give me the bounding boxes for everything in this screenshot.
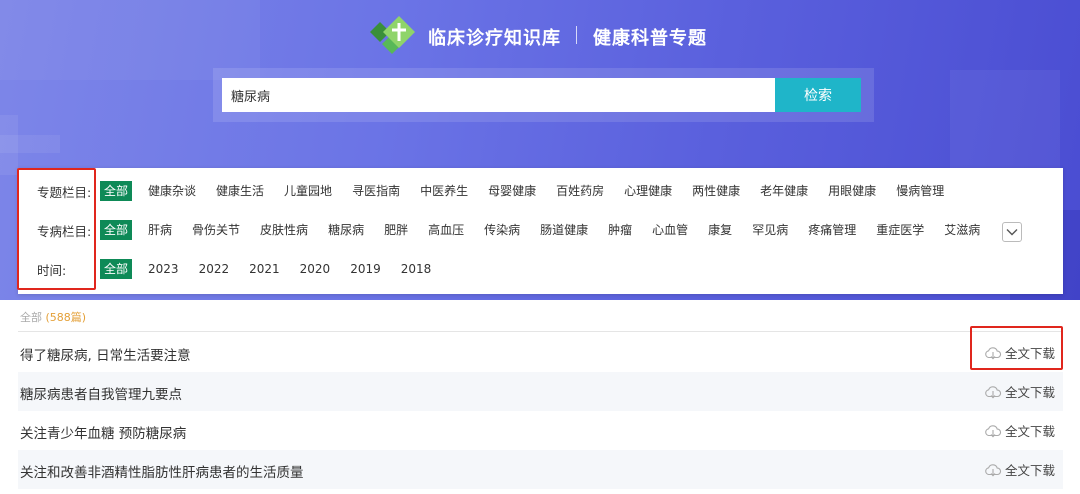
disease-filter-option[interactable]: 康复 [704,220,736,240]
topic-filter-option[interactable]: 健康杂谈 [144,181,200,201]
disease-filter-option[interactable]: 糖尿病 [324,220,368,240]
decor-shape [950,70,1060,180]
time-filter-option[interactable]: 全部 [100,259,133,279]
medical-cross-diamond-logo [370,16,415,54]
result-row: 关注和改善非酒精性脂肪性肝病患者的生活质量 全文下载 [18,450,1063,489]
brand-subtitle: 健康科普专题 [593,28,707,49]
topic-filter-option[interactable]: 寻医指南 [348,181,404,201]
download-label: 全文下载 [1004,385,1055,400]
search-input[interactable] [222,78,775,112]
topic-filter-option[interactable]: 百姓药房 [552,181,608,201]
result-scope: 全部 [20,311,42,324]
time-filter-option[interactable]: 2023 [144,259,183,279]
topic-filter-option[interactable]: 用眼健康 [824,181,880,201]
disease-filter-option[interactable]: 骨伤关节 [188,220,244,240]
download-label: 全文下载 [1004,463,1055,478]
disease-filter-option[interactable]: 罕见病 [748,220,792,240]
topic-filter-option[interactable]: 全部 [100,181,133,201]
result-row: 关注青少年血糖 预防糖尿病 全文下载 [18,411,1063,450]
annotation-box-download [970,326,1063,370]
result-title-link[interactable]: 糖尿病患者自我管理九要点 [20,383,182,403]
download-button[interactable]: 全文下载 [984,382,1055,401]
time-filter-option[interactable]: 2020 [296,259,335,279]
download-label: 全文下载 [1004,424,1055,439]
result-title-link[interactable]: 关注青少年血糖 预防糖尿病 [20,422,186,442]
divider [18,331,1063,332]
topic-filter-option[interactable]: 心理健康 [620,181,676,201]
brand-divider [576,26,577,44]
result-row: 糖尿病患者自我管理九要点 全文下载 [18,372,1063,411]
time-filter-option[interactable]: 2021 [245,259,284,279]
cloud-download-icon [985,424,1002,438]
topic-filter-option[interactable]: 慢病管理 [892,181,948,201]
cloud-download-icon [985,463,1002,477]
disease-filter-option[interactable]: 心血管 [648,220,692,240]
topic-filter-row: 专题栏目: 全部 健康杂谈 健康生活 儿童园地 寻医指南 中医养生 母婴健康 百姓药房 心理健康… [18,179,960,203]
disease-filter-option[interactable]: 肥胖 [380,220,412,240]
topic-filter-option[interactable]: 中医养生 [416,181,472,201]
topic-filter-option[interactable]: 母婴健康 [484,181,540,201]
time-filter-option[interactable]: 2018 [397,259,436,279]
time-filter-option[interactable]: 2019 [346,259,385,279]
disease-filter-option[interactable]: 艾滋病 [940,220,984,240]
disease-filter-option[interactable]: 肝病 [144,220,176,240]
download-button[interactable]: 全文下载 [984,421,1055,440]
cloud-download-icon [985,385,1002,399]
result-title-link[interactable]: 得了糖尿病, 日常生活要注意 [20,344,191,364]
decor-cross-horizontal [0,135,60,153]
expand-filters-button[interactable] [1002,222,1022,242]
filter-panel: 专题栏目: 全部 健康杂谈 健康生活 儿童园地 寻医指南 中医养生 母婴健康 百姓药房 心理健康… [18,168,1063,294]
download-button[interactable]: 全文下载 [984,460,1055,479]
disease-filter-option[interactable]: 全部 [100,220,133,240]
disease-filter-option[interactable]: 重症医学 [872,220,928,240]
disease-filter-option[interactable]: 皮肤性病 [256,220,312,240]
brand-title: 临床诊疗知识库 [428,28,561,49]
annotation-box-filter-labels [17,168,96,290]
result-title-link[interactable]: 关注和改善非酒精性脂肪性肝病患者的生活质量 [20,461,304,481]
result-count: 全部 (588篇) [20,309,86,325]
topic-filter-option[interactable]: 两性健康 [688,181,744,201]
result-row: 得了糖尿病, 日常生活要注意 全文下载 [18,333,1063,372]
disease-filter-option[interactable]: 传染病 [480,220,524,240]
topic-filter-option[interactable]: 老年健康 [756,181,812,201]
search-button[interactable]: 检索 [775,78,861,112]
disease-filter-option[interactable]: 疼痛管理 [804,220,860,240]
topic-filter-option[interactable]: 儿童园地 [280,181,336,201]
disease-filter-option[interactable]: 高血压 [424,220,468,240]
disease-filter-row: 专病栏目: 全部 肝病 骨伤关节 皮肤性病 糖尿病 肥胖 高血压 传染病 肠道健康 肿瘤 心血管 康复… [18,218,996,242]
disease-filter-option[interactable]: 肠道健康 [536,220,592,240]
chevron-down-icon [1006,229,1018,236]
topic-filter-option[interactable]: 健康生活 [212,181,268,201]
time-filter-option[interactable]: 2022 [195,259,234,279]
result-count-number: (588篇) [45,311,87,324]
disease-filter-option[interactable]: 肿瘤 [604,220,636,240]
